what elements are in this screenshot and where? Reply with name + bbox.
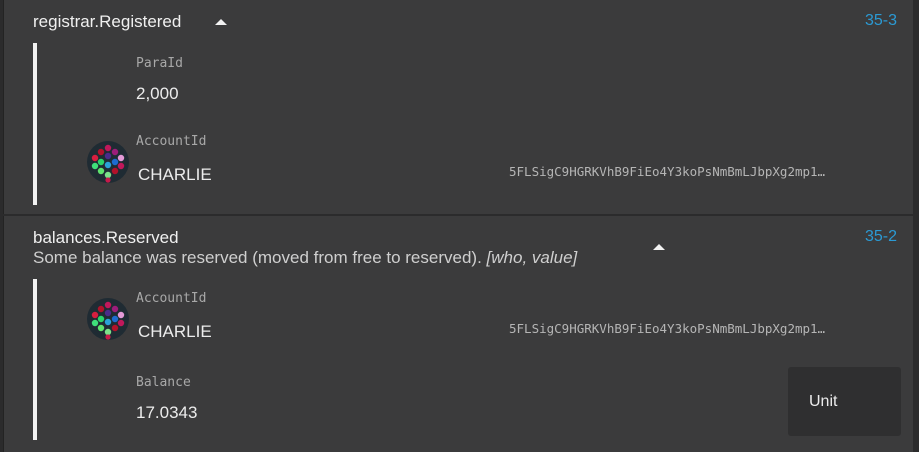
unit-selector[interactable]: Unit [788, 367, 901, 436]
field-value-paraid: 2,000 [136, 84, 179, 103]
account-address[interactable]: 5FLSigC9HGRKVhB9FiEo4Y3koPsNmBmLJbpXg2mp… [509, 321, 865, 336]
field-label-accountid: AccountId [136, 134, 207, 149]
event-row-registrar-registered: registrar.Registered 35-3 ParaId 2,000 A… [3, 0, 913, 214]
params-indicator-bar [33, 43, 37, 205]
event-description: Some balance was reserved (moved from fr… [33, 248, 577, 268]
event-row-balances-reserved: balances.Reserved Some balance was reser… [3, 216, 913, 452]
field-label-accountid: AccountId [136, 291, 207, 306]
identicon-avatar[interactable] [86, 297, 130, 341]
field-value-balance: 17.0343 [136, 403, 198, 422]
account-address[interactable]: 5FLSigC9HGRKVhB9FiEo4Y3koPsNmBmLJbpXg2mp… [509, 164, 865, 179]
account-name: CHARLIE [138, 322, 212, 341]
caret-up-icon[interactable] [653, 244, 665, 250]
account-name: CHARLIE [138, 165, 212, 184]
event-title[interactable]: registrar.Registered [33, 12, 181, 32]
event-description-text: Some balance was reserved (moved from fr… [33, 248, 482, 267]
field-label-paraid: ParaId [136, 56, 183, 71]
field-label-balance: Balance [136, 375, 191, 390]
event-index-link[interactable]: 35-3 [865, 12, 897, 30]
identicon-avatar[interactable] [86, 140, 130, 184]
event-description-args: [who, value] [486, 248, 578, 267]
params-indicator-bar [33, 279, 37, 440]
event-title[interactable]: balances.Reserved [33, 228, 179, 248]
caret-up-icon[interactable] [215, 19, 227, 25]
unit-label: Unit [809, 393, 838, 410]
event-index-link[interactable]: 35-2 [865, 228, 897, 246]
